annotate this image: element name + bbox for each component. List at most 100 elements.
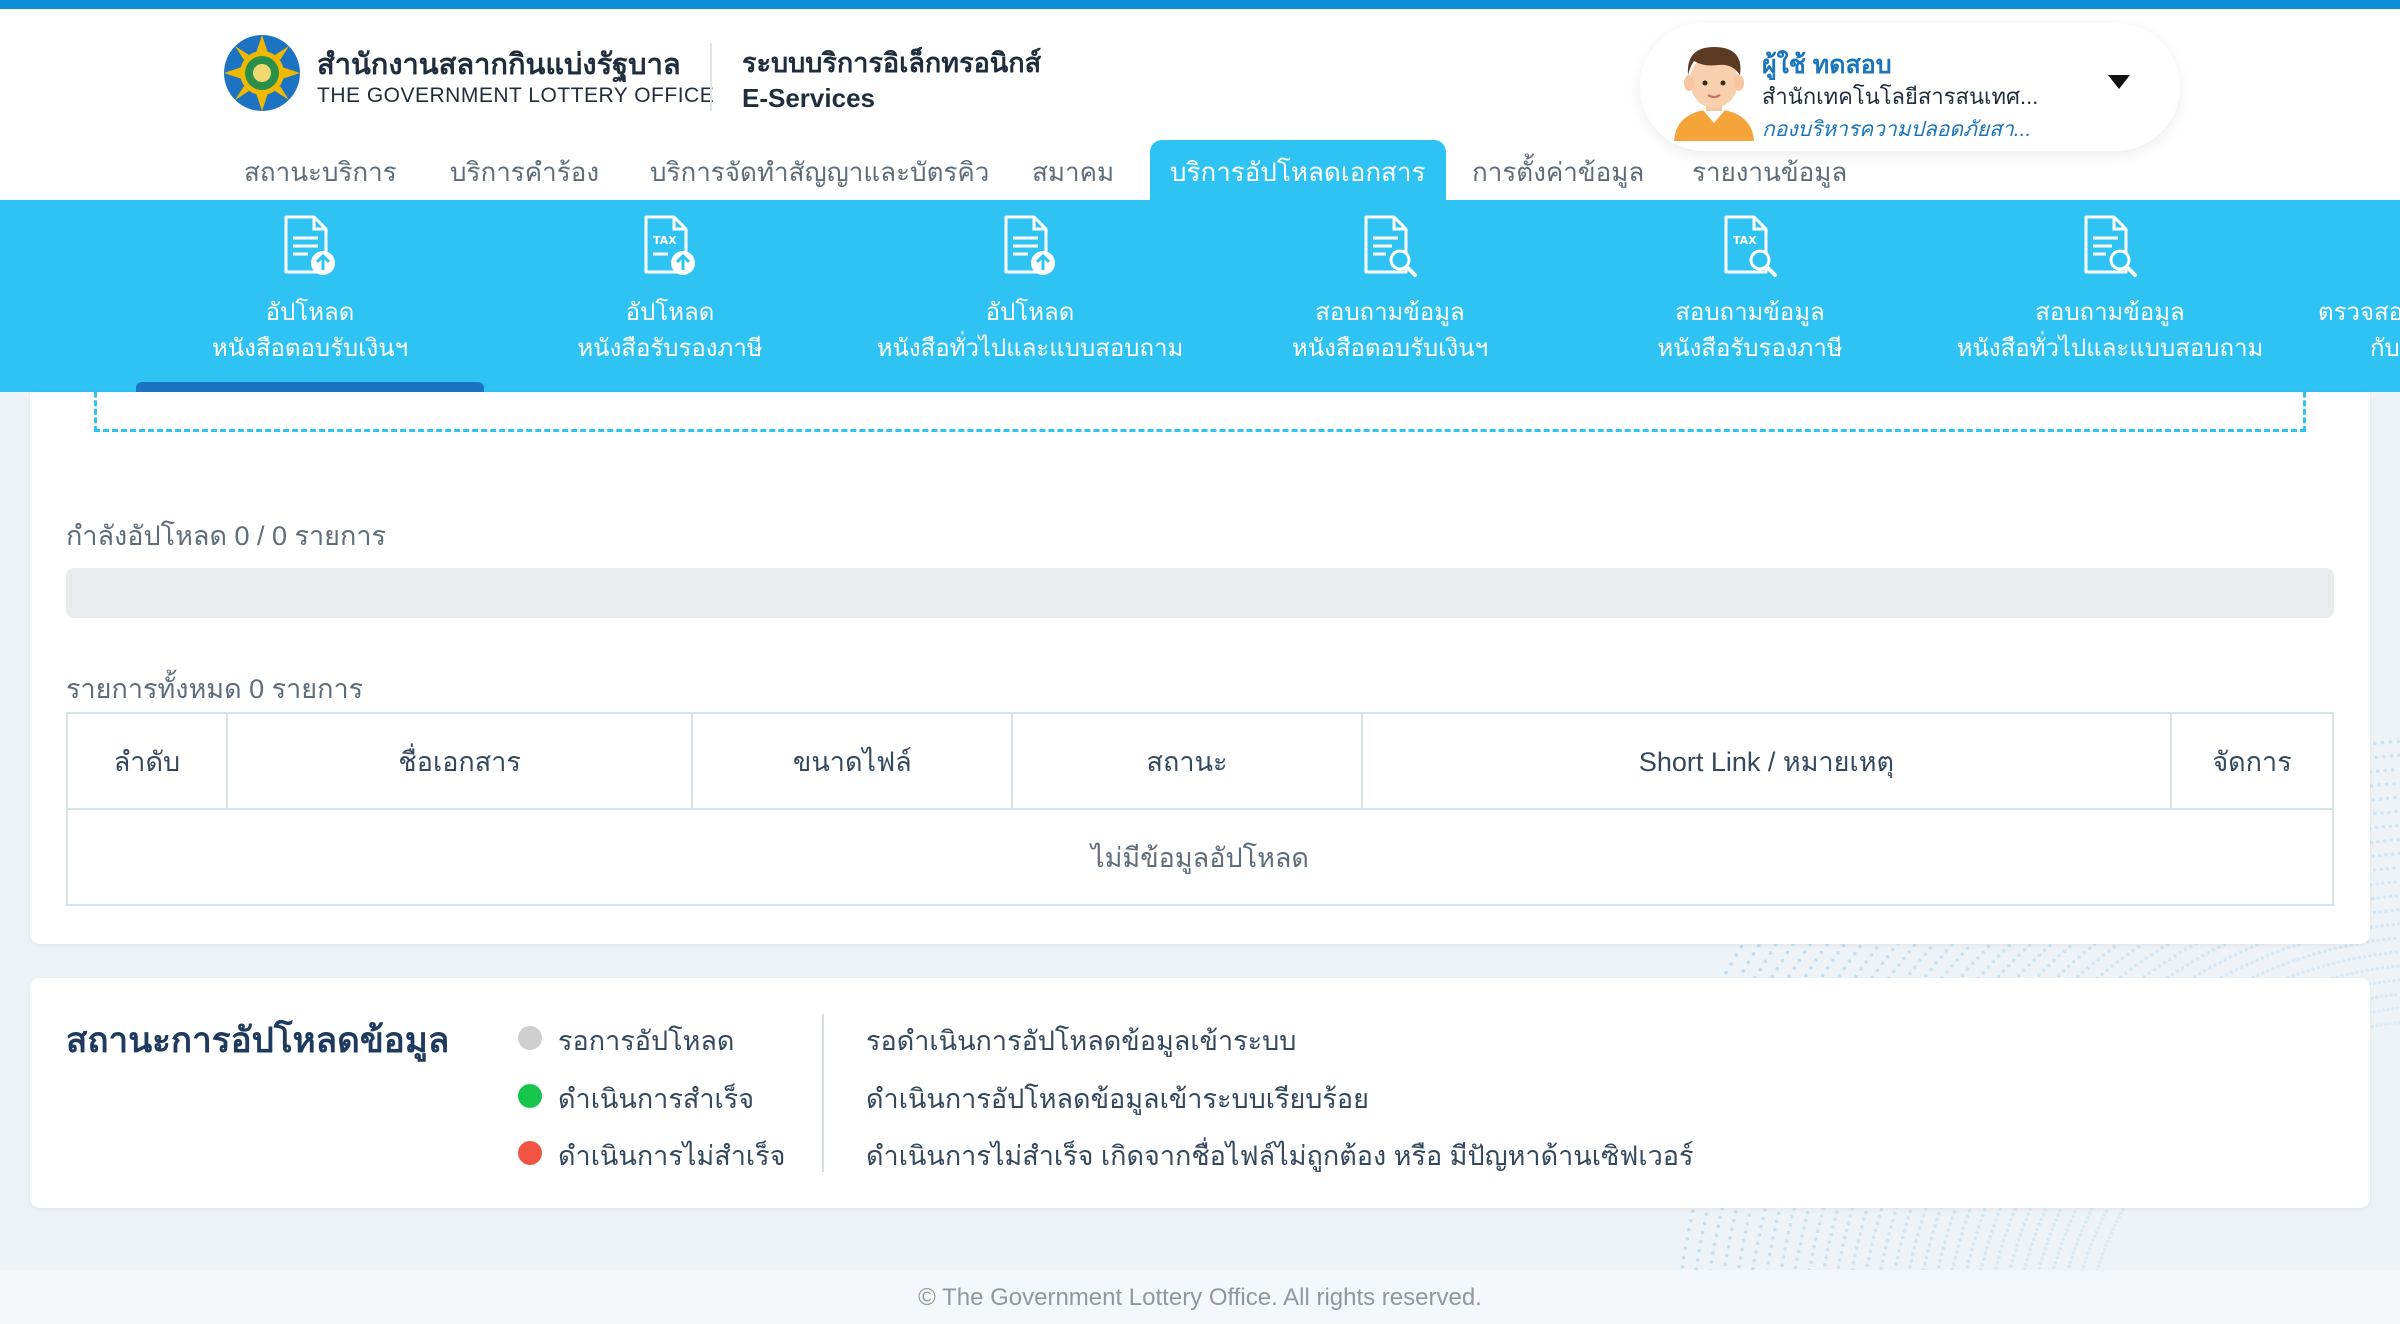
svg-text:TAX: TAX xyxy=(1733,234,1757,247)
decorative-dot xyxy=(2387,937,2392,941)
decorative-dot xyxy=(2338,945,2343,949)
decorative-dot xyxy=(2196,956,2200,961)
decorative-dot xyxy=(2071,1214,2075,1218)
decorative-dot xyxy=(2147,971,2152,975)
decorative-dot xyxy=(1960,973,1965,977)
nav-item-service-status[interactable]: สถานะบริการ xyxy=(224,140,417,200)
decorative-dot xyxy=(2239,965,2244,969)
decorative-dot xyxy=(2058,1246,2062,1251)
decorative-dot xyxy=(1904,1222,1909,1227)
decorative-dot xyxy=(1990,1229,1994,1233)
decorative-dot xyxy=(1868,1249,1873,1254)
decorative-dot xyxy=(2077,955,2081,959)
decorative-dot xyxy=(2085,1215,2090,1220)
decorative-dot xyxy=(1842,966,1847,971)
decorative-dot xyxy=(2387,979,2391,983)
nav-item-association[interactable]: สมาคม xyxy=(1012,140,1134,200)
decorative-dot xyxy=(2380,740,2385,745)
decorative-dot xyxy=(1921,1213,1926,1218)
decorative-dot xyxy=(1983,1251,1988,1256)
decorative-dot xyxy=(2067,1264,2071,1269)
file-dropzone[interactable] xyxy=(94,340,2306,432)
decorative-dot xyxy=(2007,1223,2011,1227)
decorative-dot xyxy=(1977,1224,1981,1229)
lottery-office-logo[interactable] xyxy=(222,33,302,113)
chevron-down-icon[interactable] xyxy=(2108,75,2130,89)
decorative-dot xyxy=(2094,1230,2099,1234)
decorative-dot xyxy=(1891,947,1895,952)
decorative-dot xyxy=(2144,956,2149,960)
user-profile-menu[interactable]: ผู้ใช้ ทดสอบ สำนักเทคโนโลยีสารสนเทศ... ก… xyxy=(1640,23,2180,151)
decorative-dot xyxy=(1754,1250,1758,1254)
nav-item-requests[interactable]: บริการคำร้อง xyxy=(430,140,619,200)
decorative-dot xyxy=(2389,951,2393,955)
decorative-dot xyxy=(2005,1228,2009,1232)
svg-text:TAX: TAX xyxy=(653,234,677,247)
decorative-dot xyxy=(1773,1227,1777,1232)
decorative-dot xyxy=(1899,1242,1903,1246)
decorative-dot xyxy=(1751,952,1756,956)
decorative-dot xyxy=(2373,811,2377,816)
decorative-dot xyxy=(1726,1244,1731,1249)
decorative-dot xyxy=(2096,957,2101,962)
decorative-dot xyxy=(1712,1242,1717,1246)
decorative-dot xyxy=(2372,910,2377,915)
decorative-dot xyxy=(2203,969,2207,973)
decorative-dot xyxy=(2396,740,2400,744)
col-header-status: สถานะ xyxy=(1011,712,1363,810)
decorative-dot xyxy=(1971,961,1975,966)
decorative-dot xyxy=(1976,955,1980,960)
decorative-dot xyxy=(1793,1265,1798,1270)
decorative-dot xyxy=(1758,967,1762,972)
decorative-dot xyxy=(2395,823,2399,828)
status-dot-green xyxy=(518,1084,542,1108)
decorative-dot xyxy=(2101,1252,2105,1256)
decorative-dot xyxy=(1875,968,1880,973)
decorative-dot xyxy=(1783,1247,1787,1251)
decorative-dot xyxy=(2026,1212,2030,1216)
decorative-dot xyxy=(1982,1257,1986,1261)
decorative-dot xyxy=(1718,1215,1722,1220)
decorative-dot xyxy=(2393,880,2397,884)
decorative-dot xyxy=(1842,1236,1847,1240)
decorative-dot xyxy=(1695,1258,1700,1262)
decorative-dot xyxy=(1709,1260,1714,1264)
nav-item-reports[interactable]: รายงานข้อมูล xyxy=(1672,140,1867,200)
decorative-dot xyxy=(2383,1022,2388,1026)
decorative-dot xyxy=(1732,1218,1736,1223)
decorative-dot xyxy=(2042,948,2047,953)
submenu-check-partial[interactable]: ตรวจสอ กับ xyxy=(2300,200,2400,392)
decorative-dot xyxy=(1699,1239,1703,1244)
decorative-dot xyxy=(2041,1251,2046,1256)
decorative-dot xyxy=(2100,972,2104,977)
decorative-dot xyxy=(1763,1208,1767,1212)
decorative-dot xyxy=(2384,782,2389,787)
decorative-dot xyxy=(1887,1232,1891,1236)
decorative-dot xyxy=(1965,946,1970,950)
decorative-dot xyxy=(1697,1248,1701,1253)
decorative-dot xyxy=(1978,1219,1983,1223)
decorative-dot xyxy=(1960,1232,1964,1236)
decorative-dot xyxy=(1802,1226,1806,1230)
decorative-dot xyxy=(1938,1258,1942,1263)
nav-item-document-upload[interactable]: บริการอัปโหลดเอกสาร xyxy=(1150,140,1446,200)
decorative-dot xyxy=(1983,1207,1987,1212)
decorative-dot xyxy=(2387,810,2391,815)
decorative-dot xyxy=(1943,1240,1947,1244)
decorative-dot xyxy=(2013,1248,2018,1253)
nav-item-contracts-queue[interactable]: บริการจัดทำสัญญาและบัตรคิว xyxy=(630,140,1009,200)
nav-item-settings[interactable]: การตั้งค่าข้อมูล xyxy=(1452,140,1664,200)
decorative-dot xyxy=(2010,1259,2015,1263)
decorative-dot xyxy=(1939,955,1944,959)
decorative-dot xyxy=(1812,1244,1816,1249)
decorative-dot xyxy=(2074,1242,2079,1246)
decorative-dot xyxy=(2028,1247,2033,1252)
decorative-dot xyxy=(1986,944,1991,949)
decorative-dot xyxy=(2323,949,2327,953)
decorative-dot xyxy=(2388,894,2393,899)
decorative-dot xyxy=(1870,1242,1874,1247)
decorative-dot xyxy=(2333,946,2338,951)
decorative-dot xyxy=(1933,1224,1937,1228)
status-dot-red xyxy=(518,1141,542,1165)
decorative-dot xyxy=(2190,959,2195,964)
